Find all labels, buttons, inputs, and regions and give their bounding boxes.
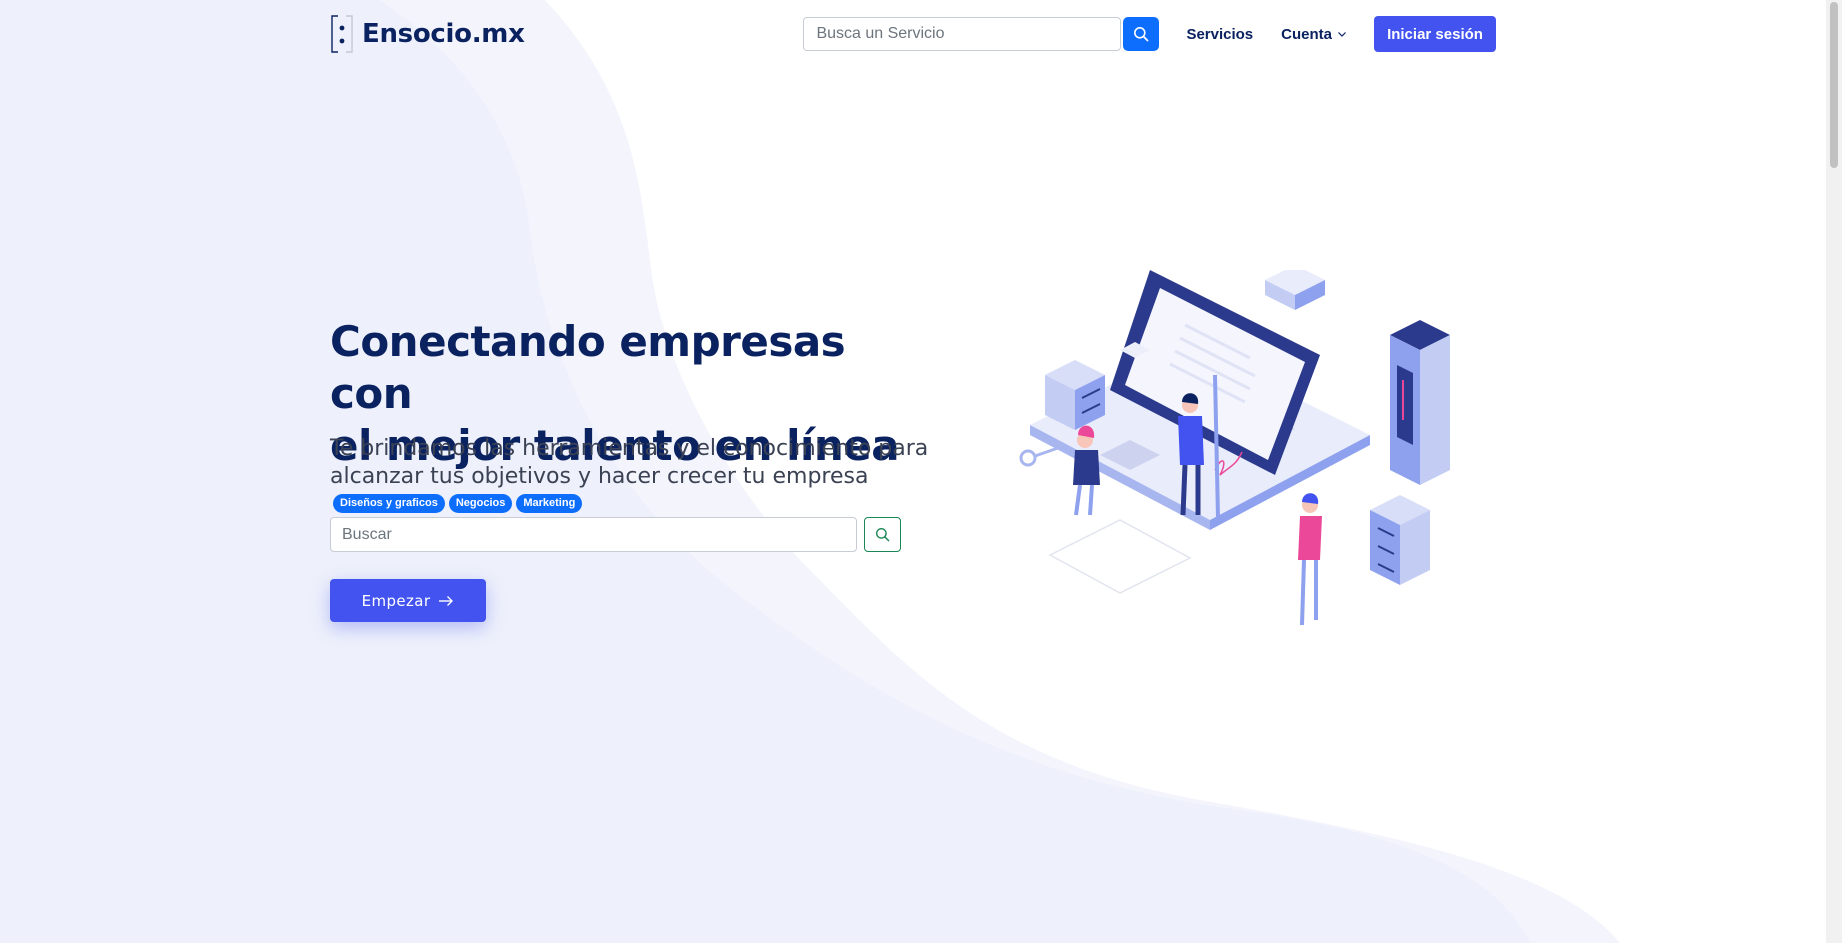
start-button-label: Empezar: [361, 591, 431, 610]
nav-servicios-link[interactable]: Servicios: [1186, 26, 1253, 43]
search-icon: [875, 527, 890, 542]
server-tower: [1390, 320, 1450, 485]
brand-name: Ensocio.mx: [362, 19, 525, 49]
page-scrollbar[interactable]: [1826, 0, 1842, 943]
hero-illustration: [1019, 270, 1450, 626]
hero-title-line-1: Conectando empresas con: [330, 317, 846, 418]
page: Ensocio.mx Servicios Cuenta Iniciar sesi…: [0, 0, 1842, 943]
brand-logo-icon: [331, 15, 353, 53]
navbar: Ensocio.mx Servicios Cuenta Iniciar sesi…: [330, 12, 1496, 56]
search-icon: [1134, 27, 1149, 42]
hero-subtitle-line-1: Te brindamos las herramientas y el conoc…: [330, 436, 929, 461]
tag-negocios[interactable]: Negocios: [448, 494, 513, 513]
start-button[interactable]: Empezar: [330, 579, 486, 622]
category-tags: Diseños y graficos Negocios Marketing: [333, 494, 583, 513]
hero-subtitle: Te brindamos las herramientas y el conoc…: [330, 435, 930, 491]
tag-marketing[interactable]: Marketing: [516, 494, 583, 513]
nav-right: Servicios Cuenta Iniciar sesión: [803, 16, 1496, 52]
arrow-right-icon: [439, 595, 454, 606]
server-left: [1045, 360, 1105, 430]
key-decoration: [1019, 446, 1059, 467]
chevron-down-icon: [1338, 32, 1346, 37]
login-button[interactable]: Iniciar sesión: [1374, 16, 1496, 52]
nav-cuenta-label: Cuenta: [1281, 25, 1332, 43]
hero-search-input[interactable]: [330, 517, 857, 552]
person-right: [1298, 493, 1322, 626]
server-stack: [1370, 495, 1430, 585]
scrollbar-thumb[interactable]: [1830, 2, 1838, 168]
floor-tile-outline: [1048, 519, 1192, 594]
hero-search-button[interactable]: [864, 517, 901, 552]
server-top: [1265, 270, 1325, 310]
nav-cuenta-dropdown[interactable]: Cuenta: [1281, 26, 1347, 43]
tag-disenos[interactable]: Diseños y graficos: [333, 494, 445, 513]
brand-link[interactable]: Ensocio.mx: [330, 14, 525, 54]
header-search-input[interactable]: [803, 17, 1122, 51]
header-search-button[interactable]: [1123, 17, 1160, 51]
hero-subtitle-line-2: alcanzar tus objetivos y hacer crecer tu…: [330, 464, 869, 489]
